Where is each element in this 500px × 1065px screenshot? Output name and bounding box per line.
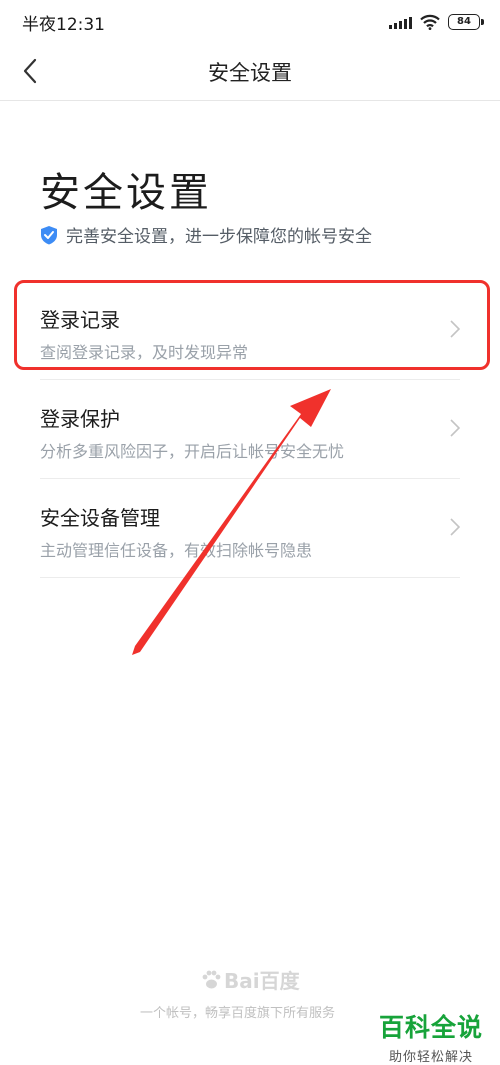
footer-text: 一个帐号，畅享百度旗下所有服务 [140, 1006, 336, 1021]
logo-text: Bai百度 [224, 969, 300, 993]
watermark-subtitle: 助你轻松解决 [388, 1050, 473, 1065]
watermark-title: 百科全说 [378, 1013, 483, 1042]
paw-icon [202, 970, 221, 988]
annotation-arrow [132, 389, 331, 655]
watermark: 百科全说 助你轻松解决 [376, 1008, 486, 1065]
baidu-logo: Bai百度 [200, 965, 300, 994]
